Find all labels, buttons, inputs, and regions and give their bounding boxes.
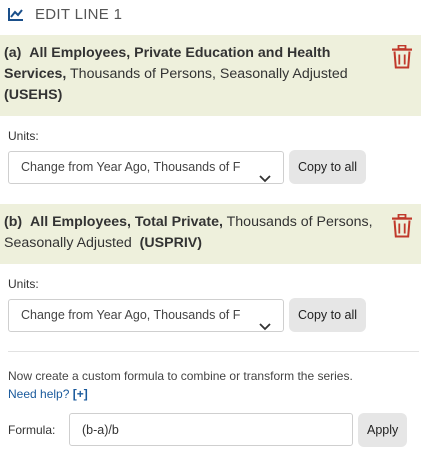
need-help-label: Need help? xyxy=(8,387,70,401)
formula-label: Formula: xyxy=(8,423,56,437)
expand-plus-icon: [+] xyxy=(72,387,88,401)
series-b-units-select[interactable]: Change from Year Ago, Thousands of F xyxy=(8,299,284,332)
series-b-panel: (b) All Employees, Total Private, Thousa… xyxy=(0,204,421,264)
chevron-down-icon xyxy=(259,312,271,331)
formula-hint-text: Now create a custom formula to combine o… xyxy=(8,369,353,383)
series-a-copy-to-all-button[interactable]: Copy to all xyxy=(289,150,367,184)
line-chart-icon xyxy=(8,7,24,21)
series-b-units-value: Change from Year Ago, Thousands of F xyxy=(21,308,241,322)
series-a-details: Thousands of Persons, Seasonally Adjuste… xyxy=(70,66,348,82)
chevron-down-icon xyxy=(259,164,271,183)
series-a-letter: (a) xyxy=(4,45,22,61)
series-b-code: (USPRIV) xyxy=(139,235,202,251)
delete-series-a-trash-icon[interactable] xyxy=(391,44,413,69)
series-b-units-label: Units: xyxy=(8,277,39,291)
series-b-name: All Employees, Total Private, xyxy=(30,214,223,230)
edit-line-title: EDIT LINE 1 xyxy=(35,5,123,23)
apply-button[interactable]: Apply xyxy=(358,413,408,447)
formula-input[interactable] xyxy=(69,413,353,446)
section-divider xyxy=(8,351,419,352)
series-b-description: (b) All Employees, Total Private, Thousa… xyxy=(4,212,373,254)
series-a-panel: (a) All Employees, Private Education and… xyxy=(0,35,421,116)
edit-line-header: EDIT LINE 1 xyxy=(8,4,122,24)
series-a-units-value: Change from Year Ago, Thousands of F xyxy=(21,160,241,174)
series-b-letter: (b) xyxy=(4,214,23,230)
series-a-units-select[interactable]: Change from Year Ago, Thousands of F xyxy=(8,151,284,184)
delete-series-b-trash-icon[interactable] xyxy=(391,213,413,238)
need-help-link[interactable]: Need help? [+] xyxy=(8,387,88,401)
series-b-copy-to-all-button[interactable]: Copy to all xyxy=(289,298,367,332)
series-a-units-label: Units: xyxy=(8,129,39,143)
series-a-description: (a) All Employees, Private Education and… xyxy=(4,43,373,106)
series-a-code: (USEHS) xyxy=(4,87,63,103)
